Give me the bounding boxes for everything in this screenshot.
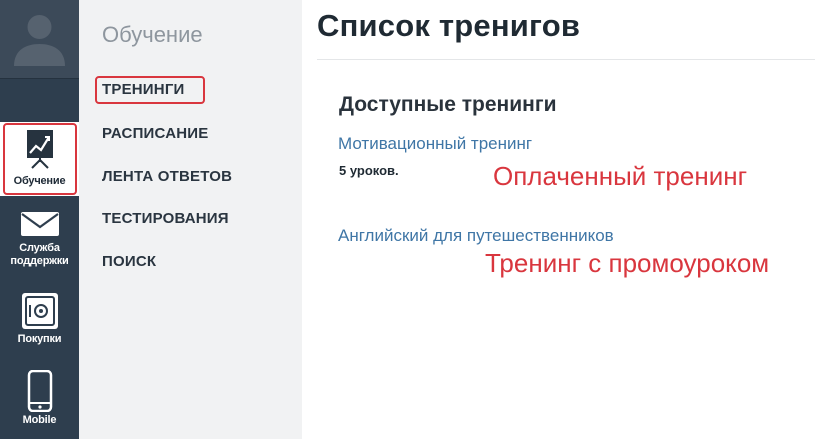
training-link-english[interactable]: Английский для путешественников [338, 226, 614, 246]
main-content: Список тренигов Доступные тренинги Мотив… [302, 0, 815, 439]
rail-label-mobile: Mobile [22, 414, 57, 426]
avatar[interactable] [0, 0, 79, 79]
section-title: Доступные тренинги [339, 93, 557, 116]
rail-item-support[interactable]: Служба поддержки [0, 210, 79, 275]
subnav-item-answers-feed[interactable]: ЛЕНТА ОТВЕТОВ [102, 168, 232, 185]
envelope-icon [20, 212, 59, 236]
mobile-phone-icon [27, 370, 52, 412]
annotation-promo: Тренинг с промоуроком [485, 248, 770, 278]
rail-label-support-2: поддержки [10, 255, 69, 267]
rail-item-mobile[interactable]: Mobile [0, 370, 79, 432]
rail-item-purchases[interactable]: Покупки [0, 292, 79, 352]
subnav-title: Обучение [102, 22, 203, 47]
annotation-paid: Оплаченный тренинг [493, 161, 748, 191]
training-lesson-count: 5 уроков. [339, 163, 399, 178]
secondary-nav: Обучение ТРЕНИНГИ РАСПИСАНИЕ ЛЕНТА ОТВЕТ… [79, 0, 302, 439]
icon-rail: Обучение Служба поддержки Покупки Mobile [0, 0, 79, 439]
subnav-item-search[interactable]: ПОИСК [102, 253, 156, 270]
rail-label-purchases: Покупки [17, 333, 62, 345]
divider [317, 59, 815, 60]
page-title: Список тренигов [317, 8, 581, 43]
subnav-item-schedule[interactable]: РАСПИСАНИЕ [102, 125, 208, 142]
subnav-item-testing[interactable]: ТЕСТИРОВАНИЯ [102, 210, 229, 227]
training-link-motivation[interactable]: Мотивационный тренинг [338, 134, 532, 154]
rail-label-support-1: Служба [19, 242, 60, 254]
safe-icon [21, 293, 58, 329]
annotation-highlight-rail [3, 123, 77, 195]
user-avatar-icon [14, 15, 65, 66]
subnav-item-trainings[interactable]: ТРЕНИНГИ [102, 81, 185, 98]
